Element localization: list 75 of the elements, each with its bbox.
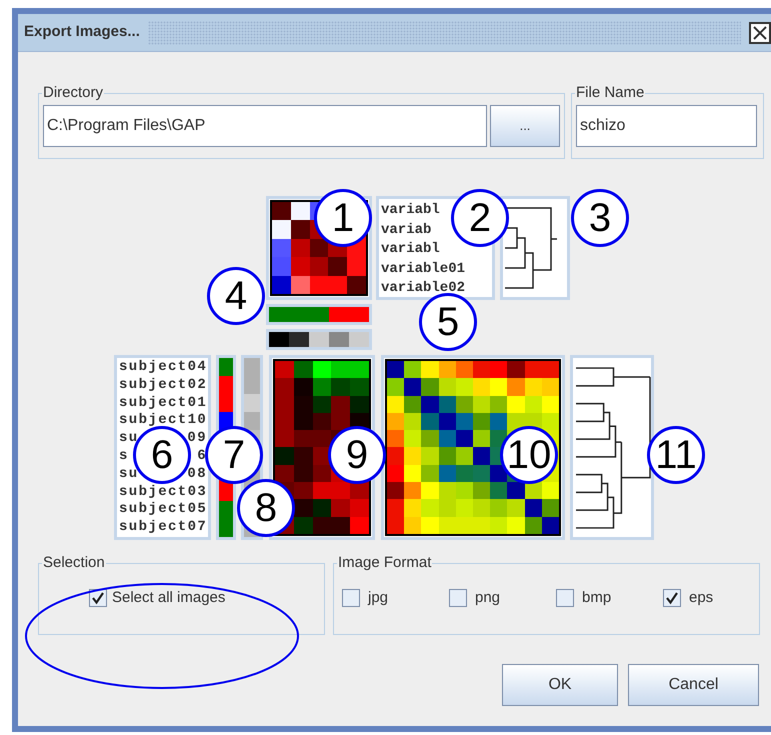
select-all-checkbox[interactable]: Select all images [89, 586, 226, 609]
heatmap-cell [328, 276, 348, 294]
heatmap-cell [350, 378, 369, 396]
format-checkbox[interactable]: jpg [342, 586, 426, 609]
heatmap-cell [350, 361, 369, 378]
format-checkbox[interactable]: bmp [556, 586, 640, 609]
heatmap-cell [275, 464, 294, 482]
heatmap-cell [272, 276, 291, 294]
group-label: Selection [42, 553, 106, 573]
heatmap-cell [350, 499, 369, 517]
heatmap-cell [312, 430, 332, 448]
checkbox-icon[interactable] [449, 588, 467, 607]
heatmap-cell [350, 396, 369, 413]
heatmap-cell [294, 378, 313, 396]
checkbox-icon[interactable] [89, 588, 107, 607]
heatmap-cell [294, 482, 313, 500]
heatmap-cell [272, 257, 291, 276]
subject-label: subject02 [119, 376, 208, 395]
heatmap-cell [312, 482, 332, 500]
heatmap-cell [294, 361, 313, 378]
heatmap-cell [331, 361, 350, 378]
heatmap-cell [312, 378, 332, 396]
heatmap-cell [290, 220, 310, 239]
cancel-button[interactable]: Cancel [628, 664, 759, 706]
heatmap-cell [275, 378, 294, 396]
heatmap-cell [331, 412, 350, 430]
checkbox-icon[interactable] [663, 588, 681, 607]
subject-label: subject04 [119, 359, 208, 377]
checkbox-icon[interactable] [556, 588, 574, 607]
variable-label: variabl [381, 201, 440, 220]
heatmap-cell [272, 202, 291, 220]
heatmap-cell [331, 396, 350, 413]
group-label: Directory [42, 83, 104, 103]
heatmap-cell [294, 499, 313, 517]
browse-button[interactable]: ... [490, 104, 560, 146]
group-label: File Name [575, 83, 646, 103]
checkbox-icon[interactable] [342, 588, 360, 607]
heatmap-cell [312, 499, 332, 517]
heatmap-cell [294, 430, 313, 448]
file-name-field[interactable]: schizo [576, 104, 757, 146]
window-title: Export Images... [24, 22, 140, 42]
heatmap-cell [294, 447, 313, 465]
heatmap-cell [275, 361, 294, 378]
heatmap-cell [350, 516, 369, 534]
heatmap-cell [290, 257, 310, 276]
variable-label: variabl [381, 240, 440, 259]
heatmap-cell [350, 482, 369, 500]
close-icon[interactable] [749, 22, 771, 44]
heatmap-cell [347, 257, 366, 276]
subject-label: s [119, 448, 129, 466]
subject-label: subject01 [119, 394, 208, 412]
ok-button[interactable]: OK [502, 664, 618, 706]
format-checkbox[interactable]: png [449, 586, 533, 609]
variable-label: variable01 [381, 260, 466, 278]
heatmap-cell [310, 257, 328, 276]
subject-label: subject07 [119, 519, 208, 537]
heatmap-cell [275, 447, 294, 465]
heatmap-cell [347, 276, 366, 294]
heatmap-cell [331, 499, 350, 517]
format-checkbox[interactable]: eps [663, 586, 747, 609]
group-label: Image Format [337, 553, 432, 573]
heatmap-cell [331, 516, 350, 534]
heatmap-cell [328, 257, 348, 276]
subject-label: subject05 [119, 501, 208, 520]
variable-label: variab [381, 220, 432, 240]
directory-field[interactable]: C:\Program Files\GAP [43, 104, 487, 146]
heatmap-cell [331, 482, 350, 500]
heatmap-cell [272, 220, 291, 239]
heatmap-cell [275, 430, 294, 448]
heatmap-cell [290, 202, 310, 220]
subject-label: subject03 [119, 484, 208, 502]
heatmap-cell [272, 238, 291, 258]
heatmap-cell [331, 378, 350, 396]
subject-label: 6 [197, 448, 207, 466]
heatmap-cell [312, 361, 332, 378]
